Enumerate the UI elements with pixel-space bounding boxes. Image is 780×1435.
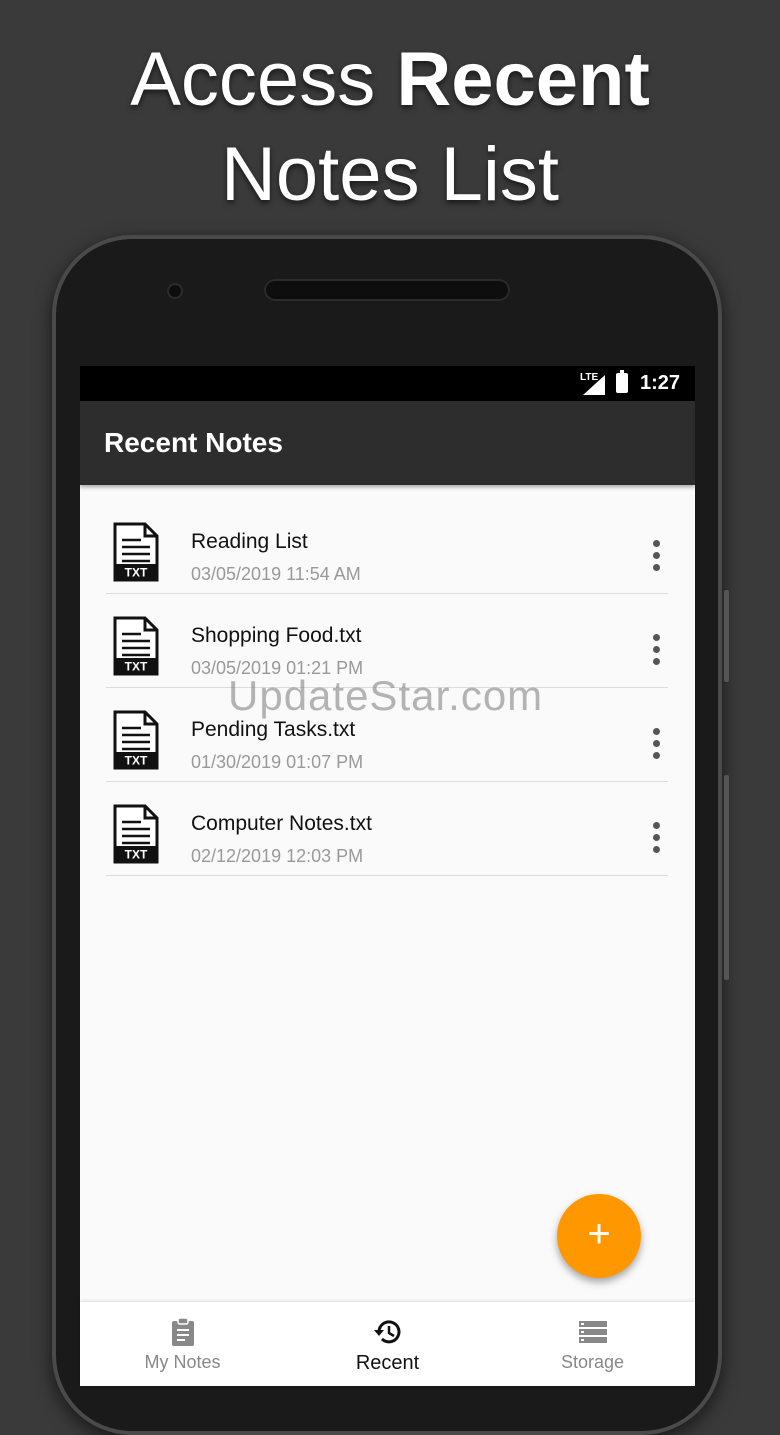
volume-button <box>724 775 729 980</box>
app-bar: Recent Notes <box>80 401 695 485</box>
note-name: Shopping Food.txt <box>191 624 362 647</box>
storage-icon <box>578 1321 607 1343</box>
add-note-button[interactable]: + <box>557 1194 641 1278</box>
list-item[interactable]: TXT Reading List 03/05/2019 11:54 AM <box>106 500 668 594</box>
txt-file-icon: TXT <box>113 804 159 864</box>
promo-headline: Access Recent Notes List <box>0 30 780 220</box>
more-options-icon[interactable] <box>650 822 662 856</box>
txt-badge: TXT <box>125 566 148 580</box>
battery-icon <box>616 370 628 393</box>
txt-badge: TXT <box>125 660 148 674</box>
txt-file-icon: TXT <box>113 616 159 676</box>
headline-bold-word: Recent <box>396 37 650 122</box>
note-name: Pending Tasks.txt <box>191 718 356 741</box>
txt-badge: TXT <box>125 754 148 768</box>
note-name: Computer Notes.txt <box>191 812 372 835</box>
note-name: Reading List <box>191 530 308 553</box>
status-time: 1:27 <box>640 372 681 394</box>
note-date: 02/12/2019 12:03 PM <box>191 846 364 866</box>
clipboard-icon <box>171 1317 194 1346</box>
txt-file-icon: TXT <box>113 710 159 770</box>
speaker-grille <box>264 279 510 301</box>
watermark: UpdateStar.com <box>228 672 544 719</box>
nav-label: Recent <box>355 1352 420 1374</box>
txt-file-icon: TXT <box>113 522 159 582</box>
plus-icon: + <box>587 1212 611 1256</box>
note-date: 01/30/2019 01:07 PM <box>191 752 364 772</box>
headline-light-word: Access <box>130 37 376 122</box>
status-bar: LTE 1:27 <box>80 366 695 401</box>
txt-badge: TXT <box>125 848 148 862</box>
nav-item-recent[interactable]: Recent <box>285 1302 490 1386</box>
nav-label: Storage <box>560 1352 625 1372</box>
headline-line-1: Access Recent <box>0 30 780 130</box>
signal-icon <box>583 375 605 395</box>
nav-item-my-notes[interactable]: My Notes <box>80 1302 285 1386</box>
list-item[interactable]: TXT Computer Notes.txt 02/12/2019 12:03 … <box>106 782 668 876</box>
page-title: Recent Notes <box>104 427 283 458</box>
history-icon <box>373 1320 400 1344</box>
more-options-icon[interactable] <box>650 540 662 574</box>
headline-line-2: Notes List <box>221 132 559 217</box>
camera-icon <box>167 283 183 299</box>
power-button <box>724 590 729 682</box>
more-options-icon[interactable] <box>650 728 662 762</box>
nav-label: My Notes <box>144 1352 221 1372</box>
note-date: 03/05/2019 11:54 AM <box>191 564 361 584</box>
nav-item-storage[interactable]: Storage <box>490 1302 695 1386</box>
bottom-navigation: My Notes Recent Storage <box>80 1302 695 1386</box>
more-options-icon[interactable] <box>650 634 662 668</box>
